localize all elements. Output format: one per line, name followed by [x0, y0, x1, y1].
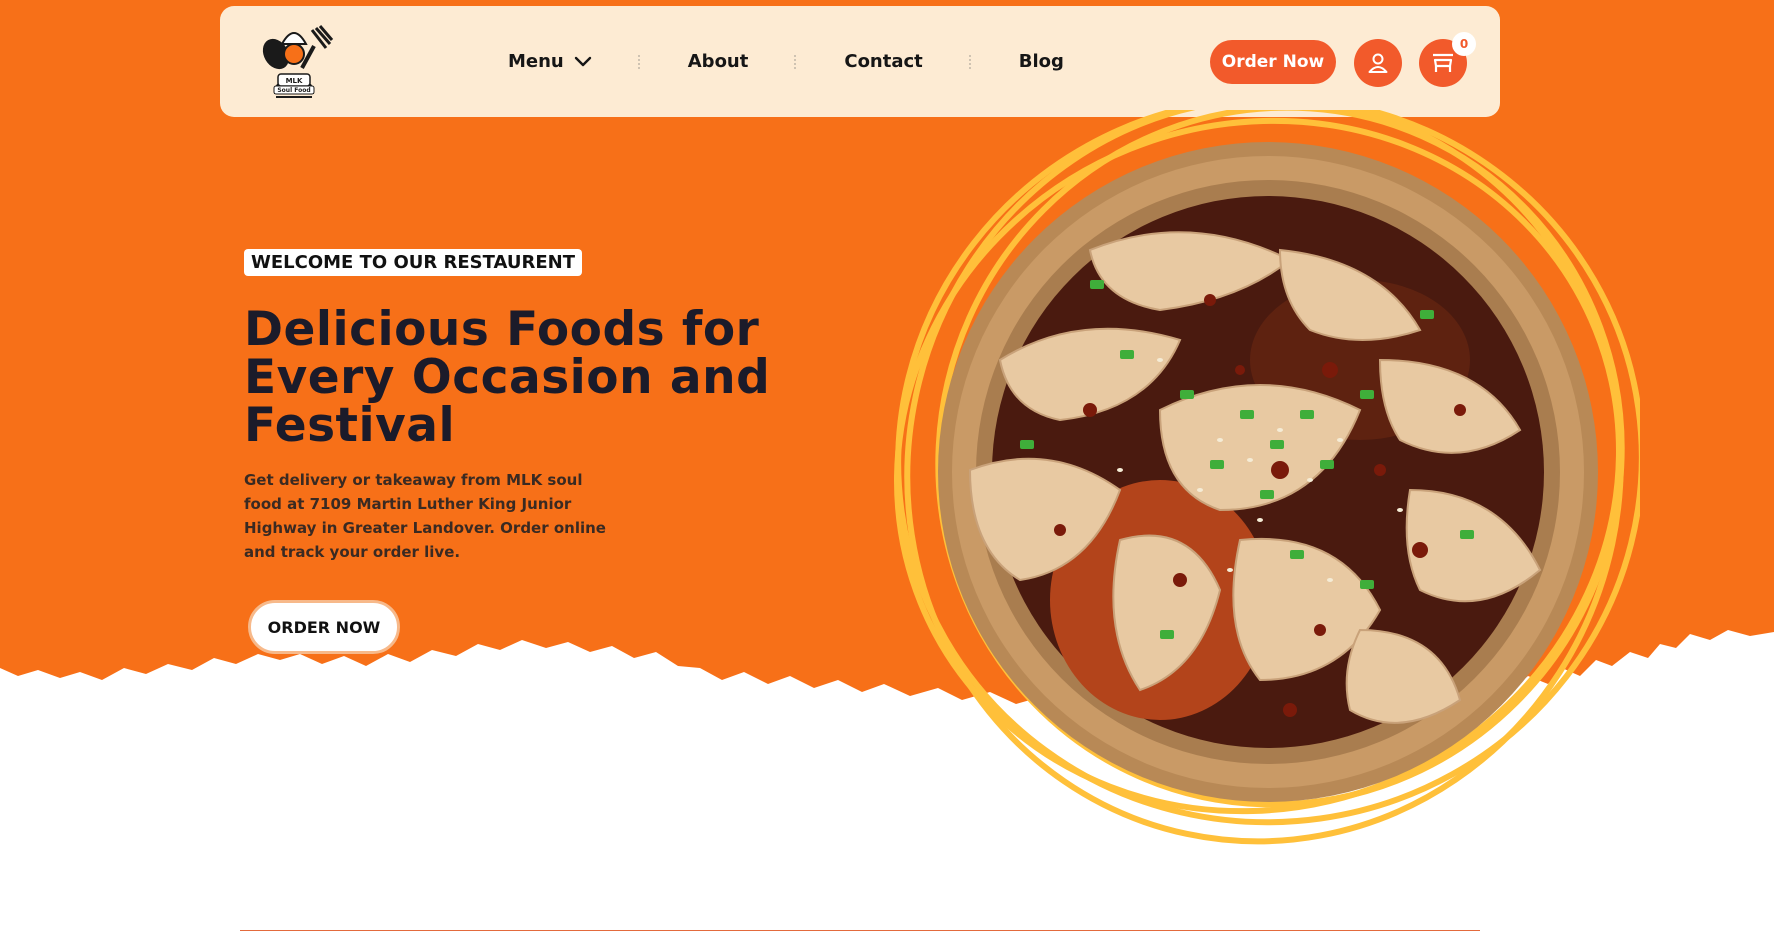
- food-bowl-image: [894, 110, 1640, 845]
- svg-text:MLK: MLK: [286, 77, 303, 85]
- chevron-down-icon: [574, 56, 591, 66]
- nav-separator: [637, 54, 642, 69]
- chef-logo-icon[interactable]: MLK Soul Food: [254, 20, 334, 104]
- cart-count-badge: 0: [1452, 32, 1476, 56]
- svg-text:Soul Food: Soul Food: [277, 87, 310, 94]
- header-order-now-button[interactable]: Order Now: [1210, 40, 1336, 84]
- nav-about[interactable]: About: [688, 51, 749, 72]
- main-nav: Menu About Contact Blog: [508, 6, 1064, 117]
- hero-headline: Delicious Foods for Every Occasion and F…: [244, 302, 771, 453]
- nav-contact[interactable]: Contact: [844, 51, 922, 72]
- site-header: MLK Soul Food Menu About Contact Blog Or…: [220, 6, 1500, 117]
- user-icon: [1368, 53, 1388, 73]
- hero-order-now-button[interactable]: ORDER NOW: [248, 600, 400, 654]
- account-button[interactable]: [1354, 39, 1402, 87]
- hero-description: Get delivery or takeaway from MLK soul f…: [244, 471, 606, 561]
- nav-separator: [968, 54, 973, 69]
- nav-blog[interactable]: Blog: [1019, 51, 1064, 72]
- nav-menu[interactable]: Menu: [508, 51, 592, 72]
- nav-separator: [794, 54, 798, 69]
- cart-icon: [1433, 53, 1453, 72]
- page: MLK Soul Food Menu About Contact Blog Or…: [0, 0, 1774, 931]
- nav-menu-label: Menu: [508, 51, 564, 72]
- welcome-eyebrow: WELCOME TO OUR RESTAURENT: [244, 249, 582, 276]
